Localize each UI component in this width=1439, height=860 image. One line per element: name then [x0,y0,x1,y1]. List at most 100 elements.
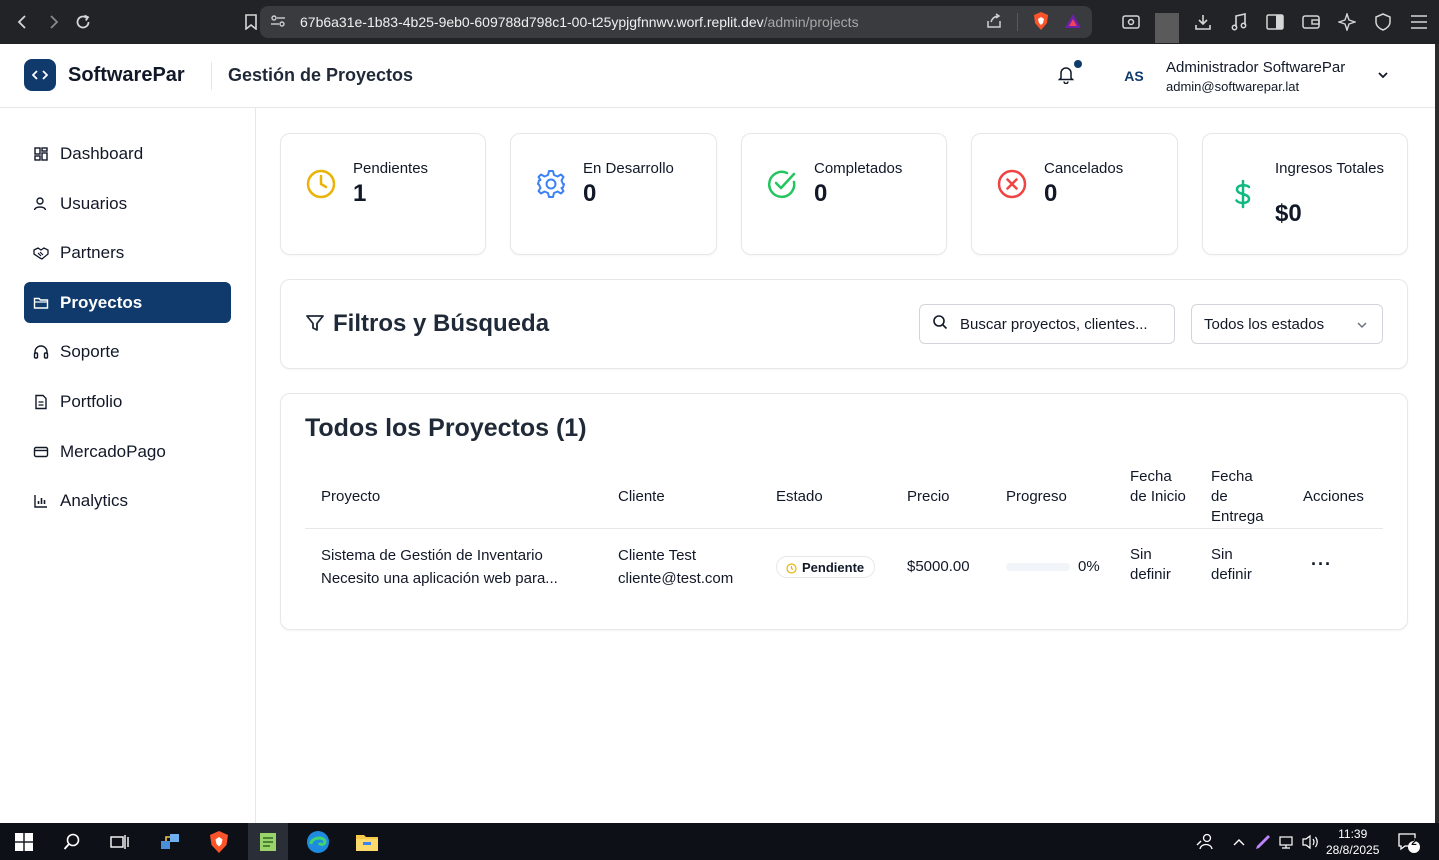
status-select-value: Todos los estados [1204,315,1325,333]
sidebar-item-label: Analytics [60,490,129,510]
user-name[interactable]: Administrador SoftwarePar [1166,59,1345,76]
check-circle-icon [766,168,798,200]
filters-panel: Filtros y Búsqueda Buscar proyectos, cli… [280,279,1408,369]
status-select[interactable]: Todos los estados [1191,304,1383,344]
network-icon[interactable] [1274,829,1300,855]
task-view-icon[interactable] [107,829,133,855]
sidebar-item-label: Dashboard [60,143,144,163]
clock-icon [786,562,797,574]
status-badge-label: Pendiente [802,559,865,575]
sidebar-item-label: Usuarios [60,193,128,213]
stat-label: Completados [814,160,903,177]
notification-count: 2 [1411,837,1417,848]
header-divider [211,62,212,90]
stat-label: Pendientes [353,160,429,177]
avatar[interactable]: AS [1118,60,1150,92]
document-icon [32,393,50,411]
stat-card-ingresos: Ingresos Totales $0 [1202,133,1408,255]
column-header-progreso: Progreso [1006,488,1067,505]
pen-icon[interactable] [1250,829,1276,855]
app-header: SoftwarePar Gestión de Proyectos AS Admi… [0,44,1435,108]
project-description: Necesito una aplicación web para... [321,570,558,587]
folder-icon [32,294,50,312]
sidebar-item-label: Soporte [60,341,120,361]
sidebar-item-mercadopago[interactable]: MercadoPago [24,431,231,472]
column-header-cliente: Cliente [618,488,665,505]
sidebar-item-label: Portfolio [60,391,123,411]
projects-panel: Todos los Proyectos (1) Proyecto Cliente… [280,393,1408,630]
user-email: admin@softwarepar.lat [1166,79,1300,94]
browser-toolbar: 67b6a31e-1b83-4b25-9eb0-609788d798c1-00-… [0,0,1439,44]
windows-taskbar: 11:39 28/8/2025 2 [0,823,1439,860]
user-icon [32,195,50,213]
stat-label: En Desarrollo [583,160,674,177]
people-icon[interactable] [1192,829,1218,855]
windows-start-icon[interactable] [11,829,37,855]
gear-icon [535,168,567,200]
table-divider [305,528,1383,529]
volume-icon[interactable] [1298,829,1324,855]
chevron-down-icon[interactable] [1376,68,1390,87]
search-icon[interactable] [59,829,85,855]
bell-icon[interactable] [1056,64,1078,86]
back-icon[interactable] [8,7,38,37]
project-price: $5000.00 [907,558,970,575]
bar-chart-icon [32,492,50,510]
network-app-icon[interactable] [157,829,183,855]
brave-rewards-icon[interactable] [1064,13,1082,32]
menu-icon[interactable] [1407,7,1431,37]
music-icon[interactable] [1227,7,1251,37]
notifications-icon[interactable]: 2 [1396,829,1422,855]
projects-title: Todos los Proyectos (1) [305,414,587,442]
search-input[interactable]: Buscar proyectos, clientes... [919,304,1175,344]
scrollbar-thumb[interactable] [1435,44,1439,823]
chevron-up-icon[interactable] [1226,829,1252,855]
column-header-precio: Precio [907,488,950,505]
clock-time: 11:39 [1338,827,1368,841]
forward-icon[interactable] [38,7,68,37]
stat-card-completados: Completados 0 [741,133,947,255]
site-settings-icon[interactable] [270,14,286,31]
sidebar-item-portfolio[interactable]: Portfolio [24,381,231,422]
start-date: Sin definir [1130,546,1171,583]
url-text: 67b6a31e-1b83-4b25-9eb0-609788d798c1-00-… [300,14,859,30]
vpn-icon[interactable] [1371,7,1395,37]
stat-value: 0 [1044,180,1058,207]
sidebar-item-proyectos[interactable]: Proyectos [24,282,231,323]
stat-value: $0 [1275,200,1302,227]
sidebar-item-dashboard[interactable]: Dashboard [24,133,231,174]
sidebar: Dashboard Usuarios Partners Proyectos So… [0,108,256,823]
edge-browser-icon[interactable] [305,829,331,855]
wallet-icon[interactable] [1299,7,1323,37]
sidebar-item-partners[interactable]: Partners [24,232,231,273]
taskbar-clock[interactable]: 11:39 28/8/2025 [1326,826,1379,858]
clock-icon [305,168,337,200]
clock-date: 28/8/2025 [1326,843,1380,857]
brave-browser-icon[interactable] [206,829,232,855]
file-explorer-icon[interactable] [354,829,380,855]
sidebar-toggle-icon[interactable] [1263,7,1287,37]
sidebar-item-label: Partners [60,242,125,262]
client-email: cliente@test.com [618,570,734,587]
sidebar-item-usuarios[interactable]: Usuarios [24,183,231,224]
leo-ai-icon[interactable] [1335,7,1359,37]
stat-label: Ingresos Totales [1275,160,1384,177]
stat-value: 1 [353,180,367,207]
screenshot-icon[interactable] [1119,7,1143,37]
sidebar-item-analytics[interactable]: Analytics [24,480,231,521]
reload-icon[interactable] [68,7,98,37]
x-circle-icon [996,168,1028,200]
share-icon[interactable] [985,12,1003,32]
brand-name[interactable]: SoftwarePar [68,64,185,87]
address-bar[interactable]: 67b6a31e-1b83-4b25-9eb0-609788d798c1-00-… [260,6,1092,38]
sidebar-item-soporte[interactable]: Soporte [24,331,231,372]
code-logo-icon[interactable] [24,59,56,91]
headset-icon [32,343,50,361]
delivery-date: Sin definir [1211,546,1252,583]
brave-shield-icon[interactable] [1032,11,1050,34]
notepad-app-icon[interactable] [255,829,281,855]
download-icon[interactable] [1191,7,1215,37]
column-header-fecha-inicio: Fecha de Inicio [1130,468,1186,505]
stat-label: Cancelados [1044,160,1124,177]
row-actions-button[interactable]: ··· [1311,554,1332,575]
